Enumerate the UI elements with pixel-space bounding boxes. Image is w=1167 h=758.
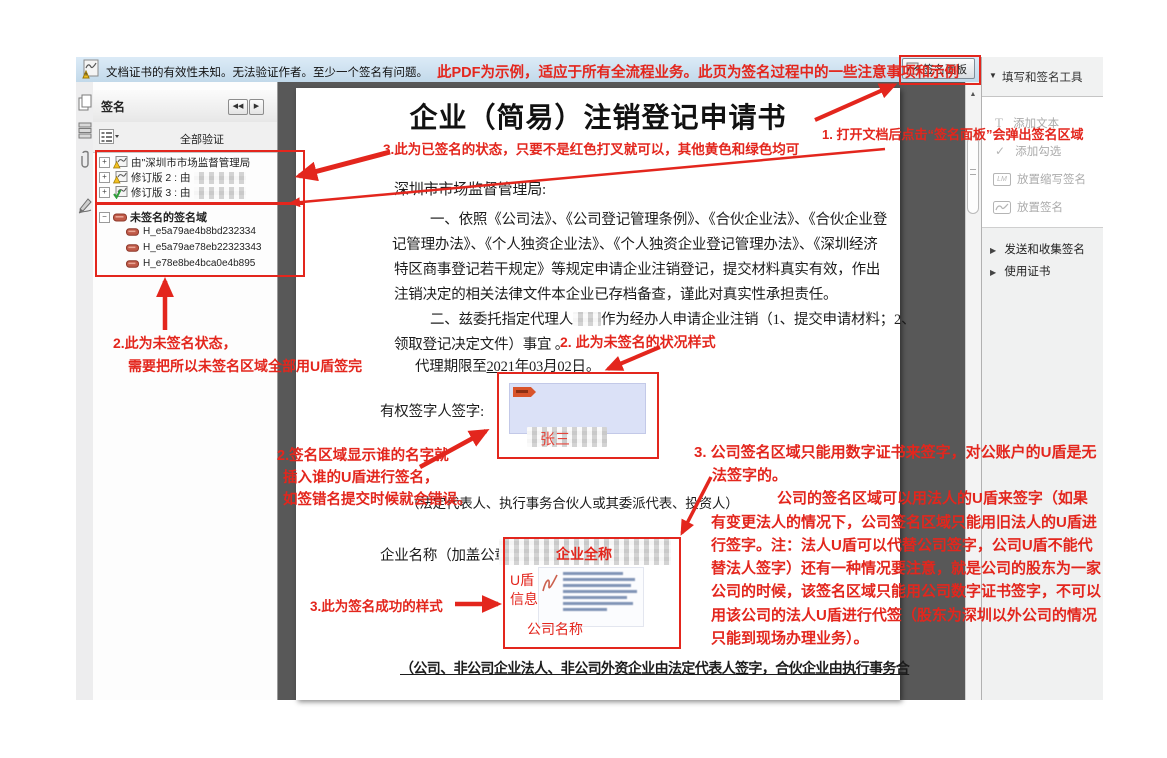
annotation-company-para-line: 替法人签字）还有一种情况要注意，就是公司的股东为一家 [711, 557, 1101, 578]
annotation-box-signed-company [503, 537, 681, 649]
panel-expand-button[interactable]: ▶ [249, 99, 264, 115]
doc-paragraph-line: 注销决定的相关法律文件本企业已存档备查，谨此对真实性承担责任。 [394, 283, 837, 304]
place-signature-icon [993, 201, 1011, 214]
signature-warning-icon [81, 59, 101, 80]
fill-sign-panel-header[interactable]: ▼ 填写和签名工具 [982, 57, 1103, 97]
annotation-company-para-line: 有变更法人的情况下，公司签名区域只能用旧法人的U盾进 [711, 511, 1097, 532]
annotation-sign-region-1: 2.签名区域显示谁的名字就 [277, 444, 449, 465]
redacted-agent-name [573, 312, 601, 326]
annotation-company-sign-2: 法签字的。 [712, 464, 787, 485]
annotation-sign-region-2: 插入谁的U盾进行签名， [283, 466, 438, 487]
doc-text: 代理期限至 [415, 359, 487, 375]
annotation-box-unsigned-items [95, 203, 305, 277]
chevron-right-icon: ▶ [990, 246, 996, 255]
fill-sign-panel-title: 填写和签名工具 [1002, 69, 1083, 85]
signatures-pen-icon[interactable] [78, 196, 93, 214]
annotation-unsigned-style: 2. 此为未签名的状况样式 [560, 332, 716, 352]
doc-text: 二、兹委托指定代理人 [430, 312, 573, 328]
annotation-top-caption: 此PDF为示例，适应于所有全流程业务。此页为签名过程中的一些注意事项和示例 [437, 61, 959, 82]
annotation-company-para-line: 行签字。注：法人U盾可以代替公司签字，公司U盾不能代 [711, 534, 1093, 555]
section-label: 发送和收集签名 [1004, 244, 1085, 256]
annotation-open-panel: 1. 打开文档后点击“签名面板”会弹出签名区域 [822, 124, 1083, 143]
annotation-box-unsigned-field [497, 372, 659, 459]
document-title: 企业（简易）注销登记申请书 [296, 96, 900, 136]
tool-label: 添加勾选 [1015, 146, 1061, 158]
tool-label: 放置签名 [1017, 199, 1063, 215]
scrollbar-thumb[interactable] [967, 136, 979, 214]
annotation-company-sign-1: 3. 公司签名区域只能用数字证书来签字，对公账户的U盾是无 [694, 441, 1097, 462]
annotation-company-para-line: 公司的时候，该签名区域只能用公司数字证书签字，不可以 [711, 580, 1101, 601]
doc-paragraph-line: 领取登记决定文件）事宜 。 [394, 333, 569, 354]
doc-paragraph-line: 记管理办法》、《个人独资企业法》、《个人独资企业登记管理办法》、《深圳经济 [392, 233, 878, 254]
annotation-unsigned-state-1: 2.此为未签名状态， [113, 333, 237, 353]
doc-signer-label: 有权签字人签字: [380, 400, 484, 421]
annotation-company-para-line: 只能到现场办理业务）。 [711, 627, 869, 648]
signature-panel-button-highlight [899, 55, 981, 85]
doc-agent-line: 二、兹委托指定代理人 作为经办人申请企业注销（1、提交申请材料；2、 [430, 308, 915, 329]
checkmark-tool-icon: ✓ [995, 144, 1005, 158]
fill-sign-panel-lower [982, 228, 1103, 700]
bookmarks-icon[interactable] [78, 122, 92, 139]
annotation-sign-region-3: 如签错名提交时候就会错误。 [283, 488, 472, 509]
chevron-right-icon: ▶ [990, 268, 996, 277]
initials-tool-icon: LM [993, 173, 1011, 186]
left-icon-strip [76, 82, 94, 700]
panel-collapse-button[interactable]: ◀◀ [228, 99, 248, 115]
signature-panel-title: 签名 [101, 98, 125, 115]
doc-text: 作为经办人申请企业注销（1、提交申请材料；2、 [601, 312, 915, 328]
doc-paragraph-line: 特区商事登记若干规定》等规定申请企业注销登记，提交材料真实有效，作出 [394, 258, 880, 279]
doc-salutation: 深圳市市场监督管理局: [394, 178, 546, 199]
page-thumbnails-icon[interactable] [78, 94, 92, 111]
attachments-paperclip-icon[interactable] [79, 150, 92, 170]
section-label: 使用证书 [1004, 266, 1050, 278]
certificate-status-text: 文档证书的有效性未知。无法验证作者。至少一个签名有问题。 [106, 64, 428, 80]
annotation-box-signed-items [95, 150, 305, 204]
section-use-certificate[interactable]: ▶ 使用证书 [990, 263, 1050, 279]
tool-place-signature[interactable]: 放置签名 [993, 199, 1063, 215]
annotation-signed-success: 3.此为签名成功的样式 [310, 595, 443, 615]
doc-footer-line: （公司、非公司企业法人、非公司外资企业由法定代表人签字，合伙企业由执行事务合 [400, 658, 909, 678]
annotation-company-para-line: 公司的签名区域可以用法人的U盾来签字（如果 [777, 487, 1088, 508]
annotation-signed-status: 3.此为已签名的状态，只要不是红色打叉就可以，其他黄色和绿色均可 [383, 138, 799, 158]
annotation-unsigned-state-2: 需要把所以未签名区域全部用U盾签完 [128, 356, 362, 376]
tool-add-checkmark[interactable]: ✓ 添加勾选 [995, 143, 1061, 159]
tool-place-initials[interactable]: LM 放置缩写签名 [993, 171, 1086, 187]
annotation-company-para-line: 用该公司的法人U盾进行代签（股东为深圳以外公司的情况 [711, 604, 1097, 625]
doc-paragraph-line: 一、依照《公司法》、《公司登记管理条例》、《合伙企业法》、《合伙企业登 [430, 208, 887, 229]
tool-label: 放置缩写签名 [1017, 171, 1086, 187]
section-send-collect[interactable]: ▶ 发送和收集签名 [990, 241, 1085, 257]
scrollbar-up-button[interactable]: ▲ [966, 88, 980, 102]
panel-options-icon[interactable] [99, 129, 119, 144]
chevron-down-icon: ▼ [989, 71, 997, 80]
verify-all-button[interactable]: 全部验证 [180, 131, 224, 147]
